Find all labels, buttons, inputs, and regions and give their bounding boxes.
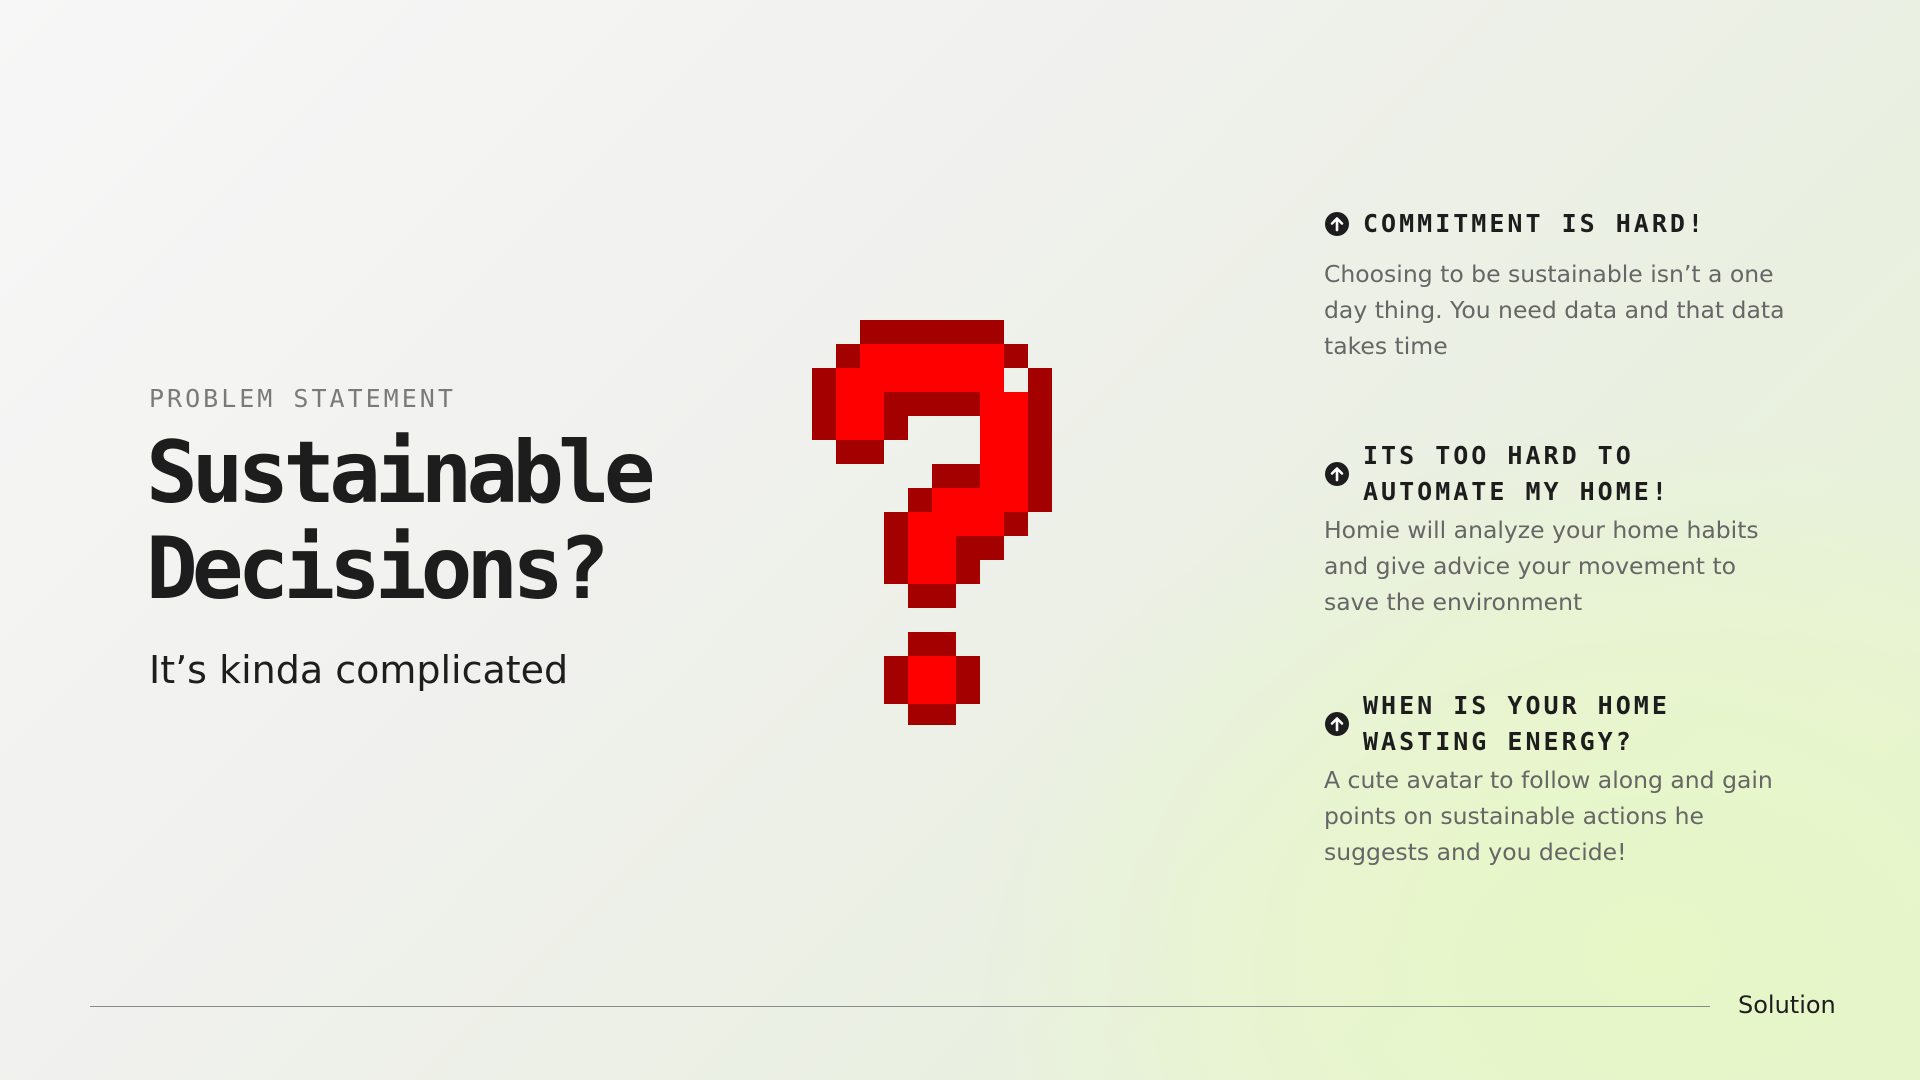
arrow-up-circle-icon: [1325, 462, 1349, 486]
feature-item: WHEN IS YOUR HOME WASTING ENERGY? A cute…: [1324, 688, 1794, 870]
feature-title: WHEN IS YOUR HOME WASTING ENERGY?: [1363, 691, 1670, 756]
page-title: Sustainable Decisions?: [146, 423, 656, 619]
feature-description: A cute avatar to follow along and gain p…: [1324, 766, 1773, 866]
arrow-up-circle-icon: [1325, 212, 1349, 236]
title-line-1: Sustainable: [146, 423, 656, 523]
pixel-question-mark-icon: [812, 320, 1052, 725]
feature-title: COMMITMENT IS HARD!: [1363, 209, 1706, 238]
feature-item: ITS TOO HARD TO AUTOMATE MY HOME! Homie …: [1324, 438, 1794, 620]
feature-description: Choosing to be sustainable isn’t a one d…: [1324, 260, 1785, 360]
page-subtitle: It’s kinda complicated: [149, 648, 569, 692]
feature-description: Homie will analyze your home habits and …: [1324, 516, 1759, 616]
next-section-link[interactable]: Solution: [1738, 991, 1836, 1019]
feature-item: COMMITMENT IS HARD! Choosing to be susta…: [1324, 206, 1794, 364]
feature-header: WHEN IS YOUR HOME WASTING ENERGY?: [1324, 688, 1794, 760]
title-line-2: Decisions?: [146, 519, 610, 619]
arrow-up-circle-icon: [1325, 712, 1349, 736]
footer-divider: [90, 1006, 1710, 1007]
feature-header: ITS TOO HARD TO AUTOMATE MY HOME!: [1324, 438, 1794, 510]
section-kicker: PROBLEM STATEMENT: [149, 384, 456, 413]
feature-title: ITS TOO HARD TO AUTOMATE MY HOME!: [1363, 441, 1670, 506]
feature-header: COMMITMENT IS HARD!: [1324, 206, 1794, 242]
